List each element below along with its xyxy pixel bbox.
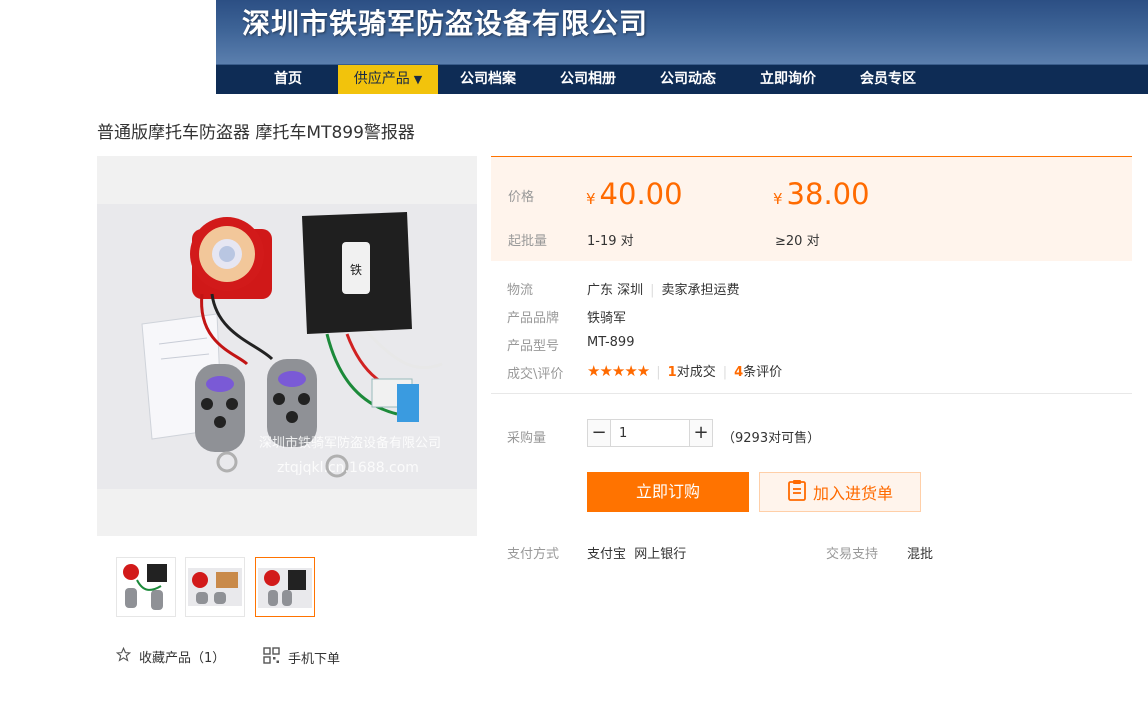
logistics-label: 物流	[507, 283, 534, 298]
nav-item-home[interactable]: 首页	[238, 65, 338, 94]
nav-item-company-news[interactable]: 公司动态	[638, 65, 738, 94]
model-label: 产品型号	[507, 339, 560, 354]
moq-range-2: ≥20 对	[775, 234, 820, 249]
clipboard-icon	[787, 479, 807, 505]
thumbnail-alarm-set-1-icon	[117, 558, 175, 616]
favorite-label: 收藏产品（1）	[139, 651, 226, 666]
payment-methods: 支付宝 网上银行	[587, 547, 687, 562]
order-now-button[interactable]: 立即订购	[587, 472, 749, 512]
deals-label: 成交\评价	[507, 367, 564, 382]
reviews-count[interactable]: 4	[734, 365, 743, 380]
brand-label: 产品品牌	[507, 311, 560, 326]
company-banner: 深圳市铁骑军防盗设备有限公司	[216, 0, 1148, 64]
price-value: 38.00	[786, 177, 870, 211]
separator: |	[656, 365, 661, 380]
reviews-suffix: 条评价	[743, 365, 783, 380]
mobile-order-button[interactable]: 手机下单	[263, 647, 340, 668]
qty-label: 采购量	[507, 431, 547, 446]
moq-label: 起批量	[508, 234, 548, 249]
price-panel: 价格 ¥40.00 ¥38.00 起批量 1-19 对 ≥20 对	[491, 156, 1132, 261]
nav-label: 公司档案	[460, 71, 516, 87]
brand-value: 铁骑军	[587, 311, 627, 326]
add-to-cart-label: 加入进货单	[812, 484, 893, 503]
thumbnail-3[interactable]	[255, 557, 315, 617]
main-navigation: 首页 供应产品 ▼ 公司档案 公司相册 公司动态 立即询价 会员专区	[216, 64, 1148, 94]
company-name: 深圳市铁骑军防盗设备有限公司	[242, 7, 649, 40]
nav-item-products[interactable]: 供应产品 ▼	[338, 65, 438, 94]
product-photo-alarm-set: 铁 深圳市铁骑军防盗设备有限公司 ztqjqkl.cn.1688.com	[97, 204, 477, 489]
section-divider	[491, 393, 1132, 394]
price-value: 40.00	[599, 177, 683, 211]
payment-label: 支付方式	[507, 547, 560, 562]
star-outline-icon	[115, 646, 132, 666]
nav-item-company-profile[interactable]: 公司档案	[438, 65, 538, 94]
nav-item-members[interactable]: 会员专区	[838, 65, 938, 94]
decrease-quantity-button[interactable]: −	[588, 420, 611, 446]
nav-item-company-album[interactable]: 公司相册	[538, 65, 638, 94]
increase-quantity-button[interactable]: +	[689, 420, 712, 446]
rating-stars-icon: ★★★★★	[587, 362, 650, 380]
logistics-shipping: 卖家承担运费	[661, 283, 740, 298]
price-label: 价格	[508, 190, 535, 205]
add-to-cart-button[interactable]: 加入进货单	[759, 472, 921, 512]
price-tier-2: ¥38.00	[773, 177, 870, 211]
quantity-input[interactable]	[611, 421, 689, 445]
trade-support-value: 混批	[907, 547, 934, 562]
nav-label: 公司动态	[660, 71, 716, 87]
thumbnail-alarm-set-3-icon	[256, 558, 314, 616]
nav-label: 供应产品	[353, 71, 410, 87]
logistics-location: 广东 深圳	[587, 283, 644, 298]
deals-count[interactable]: 1	[668, 365, 677, 380]
model-value: MT-899	[587, 335, 635, 350]
price-tier-1: ¥40.00	[586, 177, 683, 211]
thumbnail-alarm-set-2-icon	[186, 558, 244, 616]
separator: |	[722, 365, 728, 380]
mobile-order-label: 手机下单	[288, 652, 341, 667]
thumbnail-2[interactable]	[185, 557, 245, 617]
nav-label: 立即询价	[760, 71, 816, 87]
currency-symbol: ¥	[773, 190, 783, 208]
nav-label: 公司相册	[560, 71, 616, 87]
logistics-value: 广东 深圳 | 卖家承担运费	[587, 279, 740, 298]
nav-label: 首页	[274, 71, 302, 87]
thumbnail-1[interactable]	[116, 557, 176, 617]
svg-text:铁: 铁	[350, 263, 362, 277]
currency-symbol: ¥	[586, 190, 596, 208]
stock-available: （9293对可售）	[722, 431, 821, 446]
quantity-stepper: − +	[587, 419, 713, 447]
favorite-product-button[interactable]: 收藏产品（1）	[115, 646, 226, 666]
deals-value: ★★★★★ | 1对成交 | 4条评价	[587, 361, 782, 380]
caret-down-icon: ▼	[413, 73, 423, 86]
product-title: 普通版摩托车防盗器 摩托车MT899警报器	[97, 123, 415, 143]
nav-item-inquiry[interactable]: 立即询价	[738, 65, 838, 94]
separator: |	[650, 283, 655, 298]
trade-support-label: 交易支持	[826, 547, 879, 562]
qr-code-icon	[263, 647, 280, 668]
deals-suffix: 对成交	[676, 365, 716, 380]
image-watermark: 深圳市铁骑军防盗设备有限公司	[259, 435, 441, 451]
nav-label: 会员专区	[860, 71, 916, 87]
main-product-image[interactable]: 铁 深圳市铁骑军防盗设备有限公司 ztqjqkl.cn.1688.com	[97, 156, 477, 536]
image-watermark-url: ztqjqkl.cn.1688.com	[277, 460, 419, 476]
moq-range-1: 1-19 对	[587, 234, 634, 249]
